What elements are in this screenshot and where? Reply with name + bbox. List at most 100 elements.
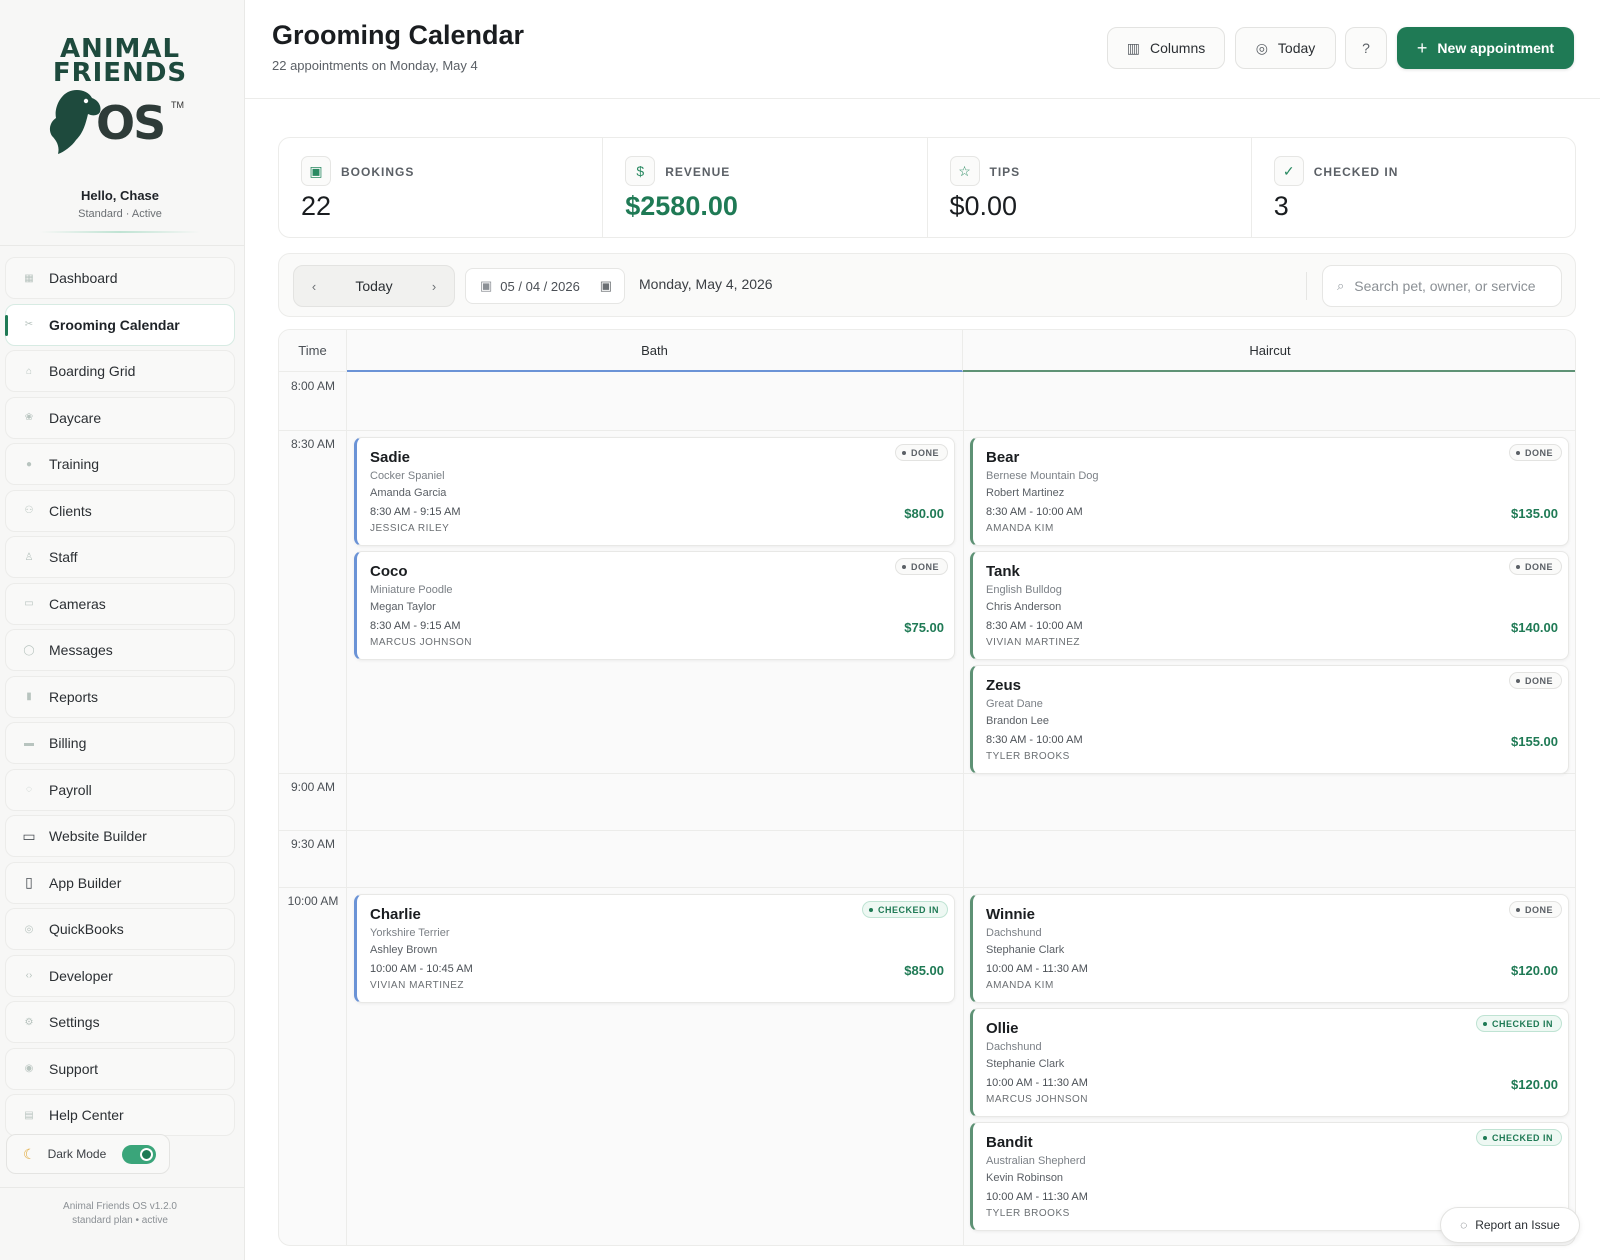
brand-divider [40,231,200,233]
sidebar-item-messages[interactable]: ◯ Messages [5,629,235,671]
column-header-bath[interactable]: Bath [347,330,963,372]
status-badge: DONE [1508,444,1562,461]
groomer-name: AMANDA KIM [986,523,1054,534]
appointment-price: $120.00 [1511,963,1558,978]
sidebar-item-developer[interactable]: ‹› Developer [5,954,235,997]
appointment-price: $140.00 [1511,620,1558,635]
sidebar-item-label: Training [49,456,100,472]
sidebar-item-quickbooks[interactable]: ◎ QuickBooks [5,908,235,950]
sidebar-item-dashboard[interactable]: ▦ Dashboard [5,257,235,299]
sidebar-item-clients[interactable]: ⚇ Clients [5,489,235,532]
page-subtitle: 22 appointments on Monday, May 4 [272,58,478,73]
chat-bubble-icon: ◌ [1460,1218,1468,1232]
dark-mode-switch[interactable] [122,1145,156,1164]
slot-divider [279,430,1575,431]
appointment-time: 8:30 AM - 9:15 AM [370,506,461,518]
pet-name: Zeus [986,677,1022,694]
sidebar-item-grooming-calendar[interactable]: ✂ Grooming Calendar [5,303,235,346]
sidebar-item-label: Payroll [49,781,92,798]
chevron-right-icon[interactable]: › [414,279,454,294]
search-input[interactable] [1354,278,1545,294]
date-long: Monday, May 4, 2026 [639,276,773,292]
status-badge: DONE [894,444,948,461]
sidebar-item-cameras[interactable]: ▭ Cameras [5,582,235,625]
pet-breed: Bernese Mountain Dog [986,470,1099,482]
appointment-time: 10:00 AM - 11:30 AM [986,1191,1088,1203]
sidebar-item-boarding-grid[interactable]: ⌂ Boarding Grid [5,350,235,392]
new-appointment-button[interactable]: + New appointment [1397,27,1574,69]
pet-breed: Yorkshire Terrier [370,927,450,939]
sidebar-item-daycare[interactable]: ❀ Daycare [5,396,235,439]
today-button[interactable]: ◎ Today [1235,27,1336,69]
appointment-card[interactable]: Tank English Bulldog Chris Anderson 8:30… [970,551,1569,660]
dark-mode-label: Dark Mode [47,1147,107,1161]
pet-breed: Cocker Spaniel [370,470,445,482]
pet-breed: Dachshund [986,927,1042,939]
appointment-card[interactable]: Ollie Dachshund Stephanie Clark 10:00 AM… [970,1008,1569,1117]
time-label: 9:00 AM [290,780,336,794]
appointment-card[interactable]: Coco Miniature Poodle Megan Taylor 8:30 … [354,551,955,660]
smartphone-icon: ▯ [25,874,33,890]
dark-mode-toggle-row[interactable]: ☾ Dark Mode [6,1134,170,1174]
pet-name: Winnie [986,906,1036,923]
sidebar-item-staff[interactable]: ♙ Staff [5,536,235,578]
owner-name: Chris Anderson [986,601,1062,613]
owner-name: Stephanie Clark [986,944,1065,956]
sidebar-item-help-center[interactable]: ▤ Help Center [5,1094,235,1136]
owner-name: Amanda Garcia [370,487,447,499]
status-badge: CHECKED IN [861,901,948,918]
stat-label: REVENUE [665,165,731,179]
help-button[interactable]: ? [1345,27,1387,69]
owner-name: Megan Taylor [370,601,436,613]
appointment-card[interactable]: Charlie Yorkshire Terrier Ashley Brown 1… [354,894,955,1003]
sidebar-item-support[interactable]: ◉ Support [5,1047,235,1090]
code-icon: ‹› [25,970,33,981]
groomer-name: MARCUS JOHNSON [370,637,473,648]
appointment-time: 10:00 AM - 11:30 AM [986,1077,1088,1089]
stat-label: BOOKINGS [341,165,415,179]
calendar-picker-icon[interactable]: ▣ [600,278,612,294]
columns-icon: ▥ [1126,39,1140,56]
sidebar: ANIMAL FRIENDS OS TM Hello, Chase Standa… [0,0,245,1260]
groomer-name: VIVIAN MARTINEZ [986,637,1080,648]
groomer-name: TYLER BROOKS [986,1208,1070,1219]
chevron-left-icon[interactable]: ‹ [294,279,334,294]
stat-value: $0.00 [949,191,1018,221]
report-issue-label: Report an Issue [1475,1218,1560,1232]
column-header-haircut[interactable]: Haircut [963,330,1575,372]
dollar-icon: $ [625,156,656,186]
toolbar-today-button[interactable]: Today [334,278,414,294]
sidebar-footer-divider [0,1187,245,1188]
appointment-card[interactable]: Winnie Dachshund Stephanie Clark 10:00 A… [970,894,1569,1003]
sidebar-item-reports[interactable]: ▮ Reports [5,675,235,718]
pet-breed: English Bulldog [986,584,1062,596]
appointment-card[interactable]: Bear Bernese Mountain Dog Robert Martine… [970,437,1569,546]
check-icon: ✓ [1273,156,1304,186]
appointment-card[interactable]: Sadie Cocker Spaniel Amanda Garcia 8:30 … [354,437,955,546]
sidebar-item-website-builder[interactable]: ▭ Website Builder [5,815,235,857]
date-picker[interactable]: ▣ 05 / 04 / 2026 ▣ [465,268,625,304]
calendar-icon: ▣ [301,156,331,186]
date-value: 05 / 04 / 2026 [500,278,580,294]
scissors-icon: ✂ [24,319,34,330]
sidebar-item-label: Messages [49,642,113,658]
book-icon: ▤ [24,1109,34,1121]
sidebar-item-billing[interactable]: ▬ Billing [5,722,235,764]
stats-panel: ▣ BOOKINGS 22 $ REVENUE $2580.00 ☆ TIPS … [278,137,1576,238]
stat-value: 22 [301,191,332,221]
sidebar-nav: ▦ Dashboard ✂ Grooming Calendar ⌂ Boarding … [5,257,235,1141]
pet-name: Ollie [986,1020,1019,1037]
columns-button[interactable]: ▥ Columns [1107,27,1225,69]
appointment-card[interactable]: Zeus Great Dane Brandon Lee 8:30 AM - 10… [970,665,1569,774]
time-label: 10:00 AM [287,894,339,908]
sidebar-item-settings[interactable]: ⚙ Settings [5,1001,235,1043]
sidebar-item-payroll[interactable]: ◌ Payroll [5,768,235,811]
pet-name: Sadie [370,449,411,466]
time-column [279,372,347,1245]
sidebar-item-app-builder[interactable]: ▯ App Builder [5,861,235,904]
sidebar-item-training[interactable]: ● Training [5,443,235,485]
time-label: 8:30 AM [290,437,336,451]
new-appointment-label: New appointment [1437,40,1555,56]
camera-icon: ▭ [24,598,34,609]
report-issue-button[interactable]: ◌ Report an Issue [1440,1207,1580,1243]
